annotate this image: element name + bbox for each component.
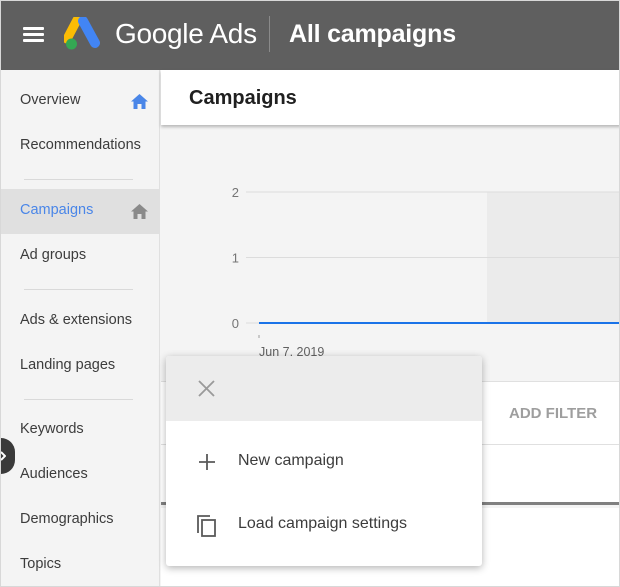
page-title: Campaigns <box>189 87 297 109</box>
menu-item-label: New campaign <box>238 452 344 469</box>
sidebar-item-demographics[interactable]: Demographics <box>1 498 160 543</box>
sidebar-divider <box>24 399 133 400</box>
plus-icon <box>199 454 215 470</box>
y-tick-label: 0 <box>232 316 239 331</box>
sidebar-item-keywords[interactable]: Keywords <box>1 408 160 453</box>
sidebar-item-label: Overview <box>20 92 81 108</box>
top-bar: Google Ads All campaigns <box>1 1 619 70</box>
sidebar-item-campaigns[interactable]: Campaigns <box>1 189 160 234</box>
sidebar-item-landing-pages[interactable]: Landing pages <box>1 344 160 389</box>
copy-icon <box>197 515 216 537</box>
chevron-right-icon <box>1 451 6 461</box>
performance-chart: 0 1 2 Jun 7, 2019 <box>161 125 619 381</box>
page-header: Campaigns <box>161 70 619 125</box>
sidebar-item-recommendations[interactable]: Recommendations <box>1 124 160 169</box>
popup-header <box>166 356 482 421</box>
sidebar-item-label: Recommendations <box>20 137 141 153</box>
sidebar: Overview Recommendations Campaigns Ad gr… <box>1 70 160 586</box>
sidebar-item-topics[interactable]: Topics <box>1 543 160 586</box>
sidebar-item-label: Campaigns <box>20 202 94 218</box>
close-icon[interactable] <box>198 380 215 397</box>
y-tick-label: 1 <box>232 251 239 266</box>
sidebar-item-ad-groups[interactable]: Ad groups <box>1 234 160 279</box>
sidebar-item-label: Demographics <box>20 511 114 527</box>
sidebar-divider <box>24 179 133 180</box>
sidebar-item-label: Keywords <box>20 421 84 437</box>
chart-svg: 012Jun 7, 2019 <box>232 185 619 359</box>
add-filter-button[interactable]: ADD FILTER <box>509 405 597 422</box>
google-ads-logo-icon <box>64 17 100 50</box>
sidebar-item-overview[interactable]: Overview <box>1 79 160 124</box>
y-tick-label: 2 <box>232 185 239 200</box>
load-campaign-settings-menu-item[interactable]: Load campaign settings <box>166 497 482 553</box>
new-campaign-menu-item[interactable]: New campaign <box>166 434 482 490</box>
hamburger-menu-icon[interactable] <box>23 27 44 42</box>
home-icon <box>131 94 148 109</box>
sidebar-item-label: Landing pages <box>20 357 116 373</box>
sidebar-item-label: Topics <box>20 556 62 572</box>
sidebar-divider <box>24 289 133 290</box>
section-title: All campaigns <box>289 20 456 48</box>
sidebar-item-label: Ad groups <box>20 247 87 263</box>
menu-item-label: Load campaign settings <box>238 515 407 532</box>
sidebar-item-label: Audiences <box>20 466 88 482</box>
header-divider <box>269 16 270 52</box>
sidebar-item-ads-extensions[interactable]: Ads & extensions <box>1 299 160 344</box>
create-menu-popup: New campaign Load campaign settings <box>166 356 482 566</box>
app-window: Google Ads All campaigns Overview Recomm… <box>0 0 620 587</box>
brand-name[interactable]: Google Ads <box>115 18 257 50</box>
sidebar-item-audiences[interactable]: Audiences <box>1 453 160 498</box>
home-icon <box>131 204 148 219</box>
sidebar-item-label: Ads & extensions <box>20 312 133 328</box>
